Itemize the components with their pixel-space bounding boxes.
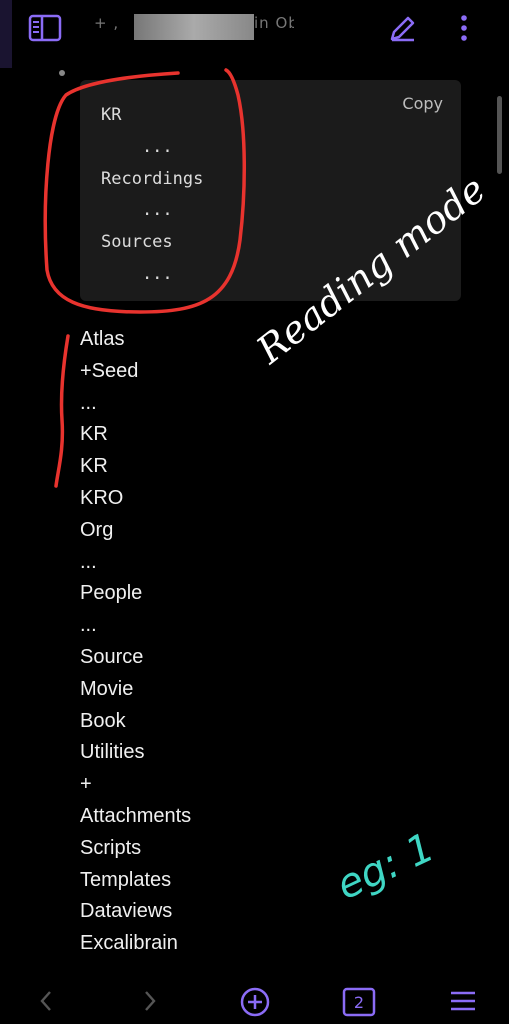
more-vertical-icon [461, 15, 467, 41]
list-item: +Seed [80, 359, 139, 382]
list-item: ... [80, 614, 97, 637]
code-line: ... [101, 200, 173, 221]
list-item: Movie [80, 677, 134, 700]
code-line: Sources [101, 232, 173, 253]
example-annotation: eg: 1 [330, 824, 442, 909]
scrollbar[interactable] [497, 96, 502, 174]
list-item: Dataviews [80, 900, 173, 923]
list-item: ... [80, 550, 97, 573]
list-item: Excalibrain [80, 932, 178, 955]
pencil-icon [390, 16, 415, 42]
copy-button[interactable]: Copy [402, 94, 443, 113]
code-block: KR ... Recordings ... Sources ... Copy [80, 80, 461, 301]
list-item: Utilities [80, 741, 145, 764]
top-bar: + , in Ober [0, 0, 509, 56]
list-item: Atlas [80, 328, 125, 350]
list-item: ... [80, 391, 97, 414]
list-item: KR [80, 455, 108, 478]
list-item: Scripts [80, 836, 142, 859]
list-item: People [80, 582, 143, 605]
forward-button[interactable] [138, 986, 162, 1016]
list-item: + [80, 773, 92, 796]
tab-switcher-button[interactable]: 2 [341, 986, 377, 1018]
list-item: Org [80, 518, 114, 541]
back-button[interactable] [34, 986, 58, 1016]
edit-button[interactable] [384, 10, 422, 46]
chevron-left-icon [40, 991, 51, 1011]
code-line: KR [101, 105, 122, 125]
new-note-button[interactable] [238, 986, 272, 1018]
menu-button[interactable] [448, 986, 478, 1016]
redacted-area [134, 14, 254, 40]
hamburger-menu-icon [451, 991, 475, 1011]
chevron-right-icon [145, 991, 156, 1011]
code-line: ... [101, 136, 173, 157]
red-bracket-annotation [54, 334, 70, 488]
code-line: Recordings [101, 168, 204, 189]
list-item: Templates [80, 868, 172, 891]
note-title-suffix: in Ober [254, 14, 294, 32]
plus-circle-icon [240, 987, 270, 1017]
list-item: KR [80, 423, 108, 446]
folder-list: Atlas +Seed ... KR KR KRO Org ... People… [80, 324, 191, 960]
list-item: Attachments [80, 804, 192, 827]
list-item: Source [80, 645, 144, 668]
sidebar-icon [28, 14, 62, 42]
list-bullet [59, 70, 65, 76]
code-lines: KR ... Recordings ... Sources ... [101, 100, 203, 291]
list-item: Book [80, 709, 126, 732]
tab-count: 2 [353, 992, 365, 1012]
note-title-prefix: + , [94, 14, 120, 32]
code-line: ... [101, 263, 173, 284]
more-options-button[interactable] [450, 10, 478, 46]
sidebar-toggle-button[interactable] [26, 10, 64, 46]
list-item: KRO [80, 486, 124, 509]
